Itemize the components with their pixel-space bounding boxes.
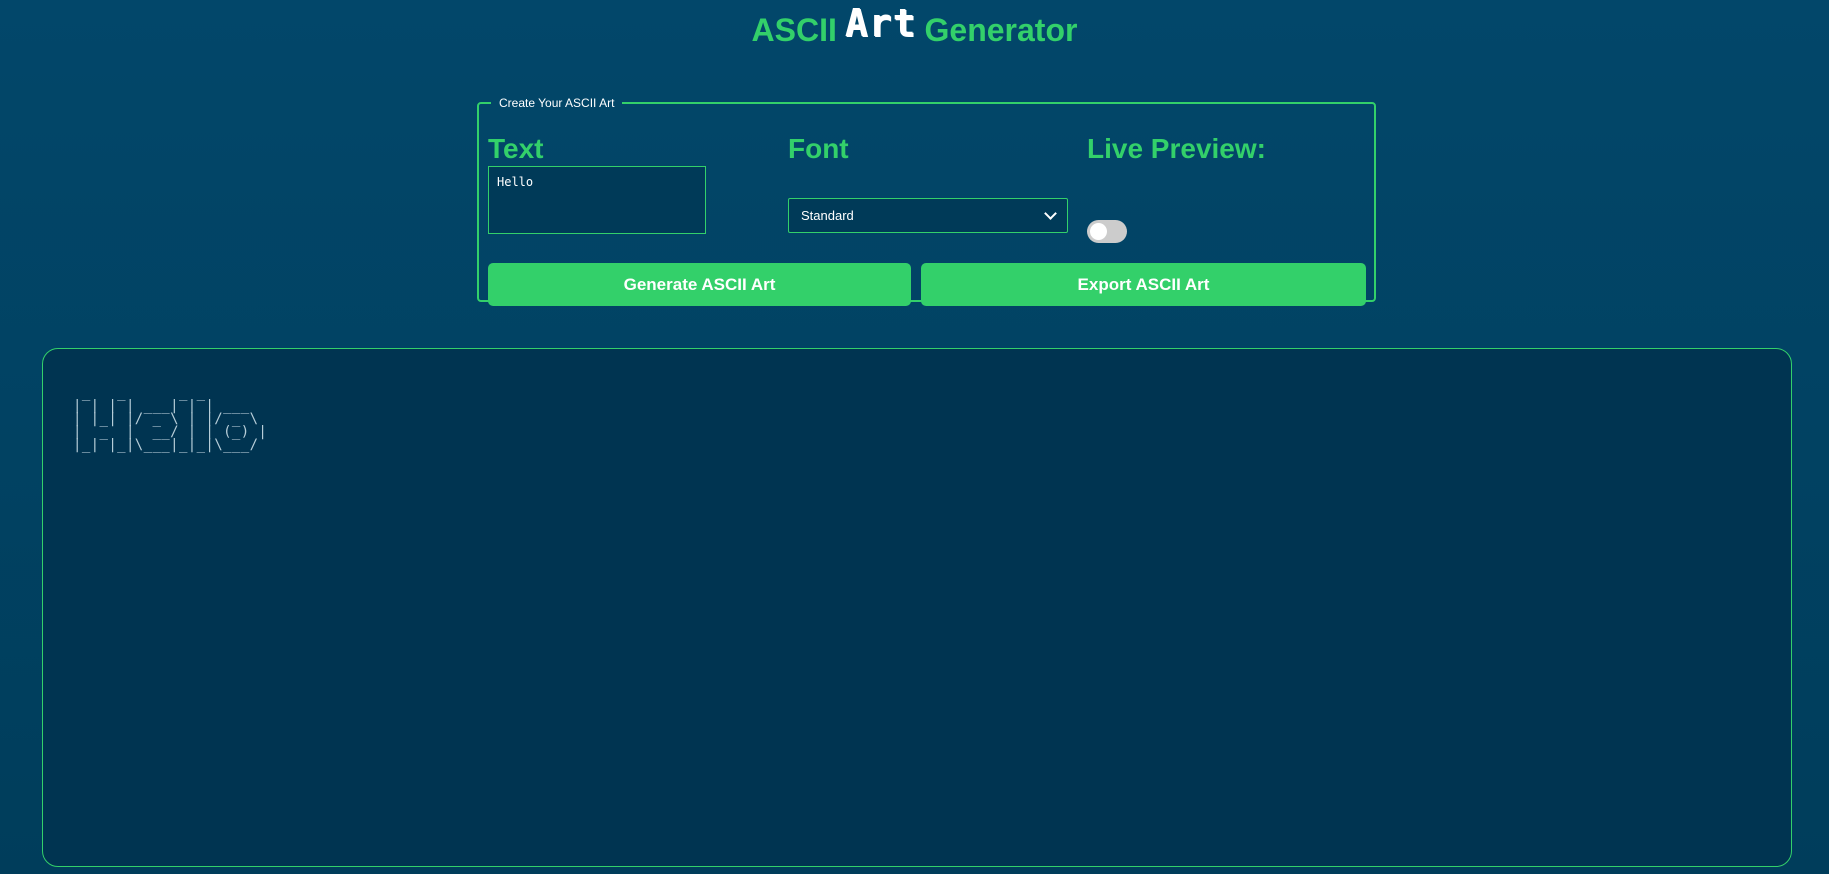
ascii-output-panel: _ _ _ _ | | | | ___| | | ___ | |_| |/ _ … bbox=[42, 348, 1792, 867]
live-preview-toggle[interactable] bbox=[1087, 220, 1127, 243]
font-heading: Font bbox=[788, 133, 849, 164]
title-art-logo: Art bbox=[844, 1, 917, 45]
live-preview-heading: Live Preview: bbox=[1087, 133, 1266, 164]
ascii-art-output: _ _ _ _ | | | | ___| | | ___ | |_| |/ _ … bbox=[73, 385, 268, 453]
form-legend: Create Your ASCII Art bbox=[499, 96, 615, 110]
generate-button[interactable]: Generate ASCII Art bbox=[488, 263, 911, 306]
title-ascii: ASCII bbox=[751, 12, 837, 48]
text-input[interactable]: Hello bbox=[488, 166, 706, 234]
create-form: Create Your ASCII Art Text Font Live Pre… bbox=[477, 96, 1376, 306]
toggle-knob bbox=[1090, 223, 1107, 240]
font-select-value: Standard bbox=[801, 208, 854, 223]
export-button[interactable]: Export ASCII Art bbox=[921, 263, 1366, 306]
font-select[interactable]: Standard bbox=[788, 198, 1068, 233]
title-generator: Generator bbox=[924, 12, 1078, 48]
text-heading: Text bbox=[488, 133, 544, 164]
page-title: ASCII Art Generator bbox=[0, 4, 1829, 49]
chevron-down-icon bbox=[1044, 207, 1057, 220]
